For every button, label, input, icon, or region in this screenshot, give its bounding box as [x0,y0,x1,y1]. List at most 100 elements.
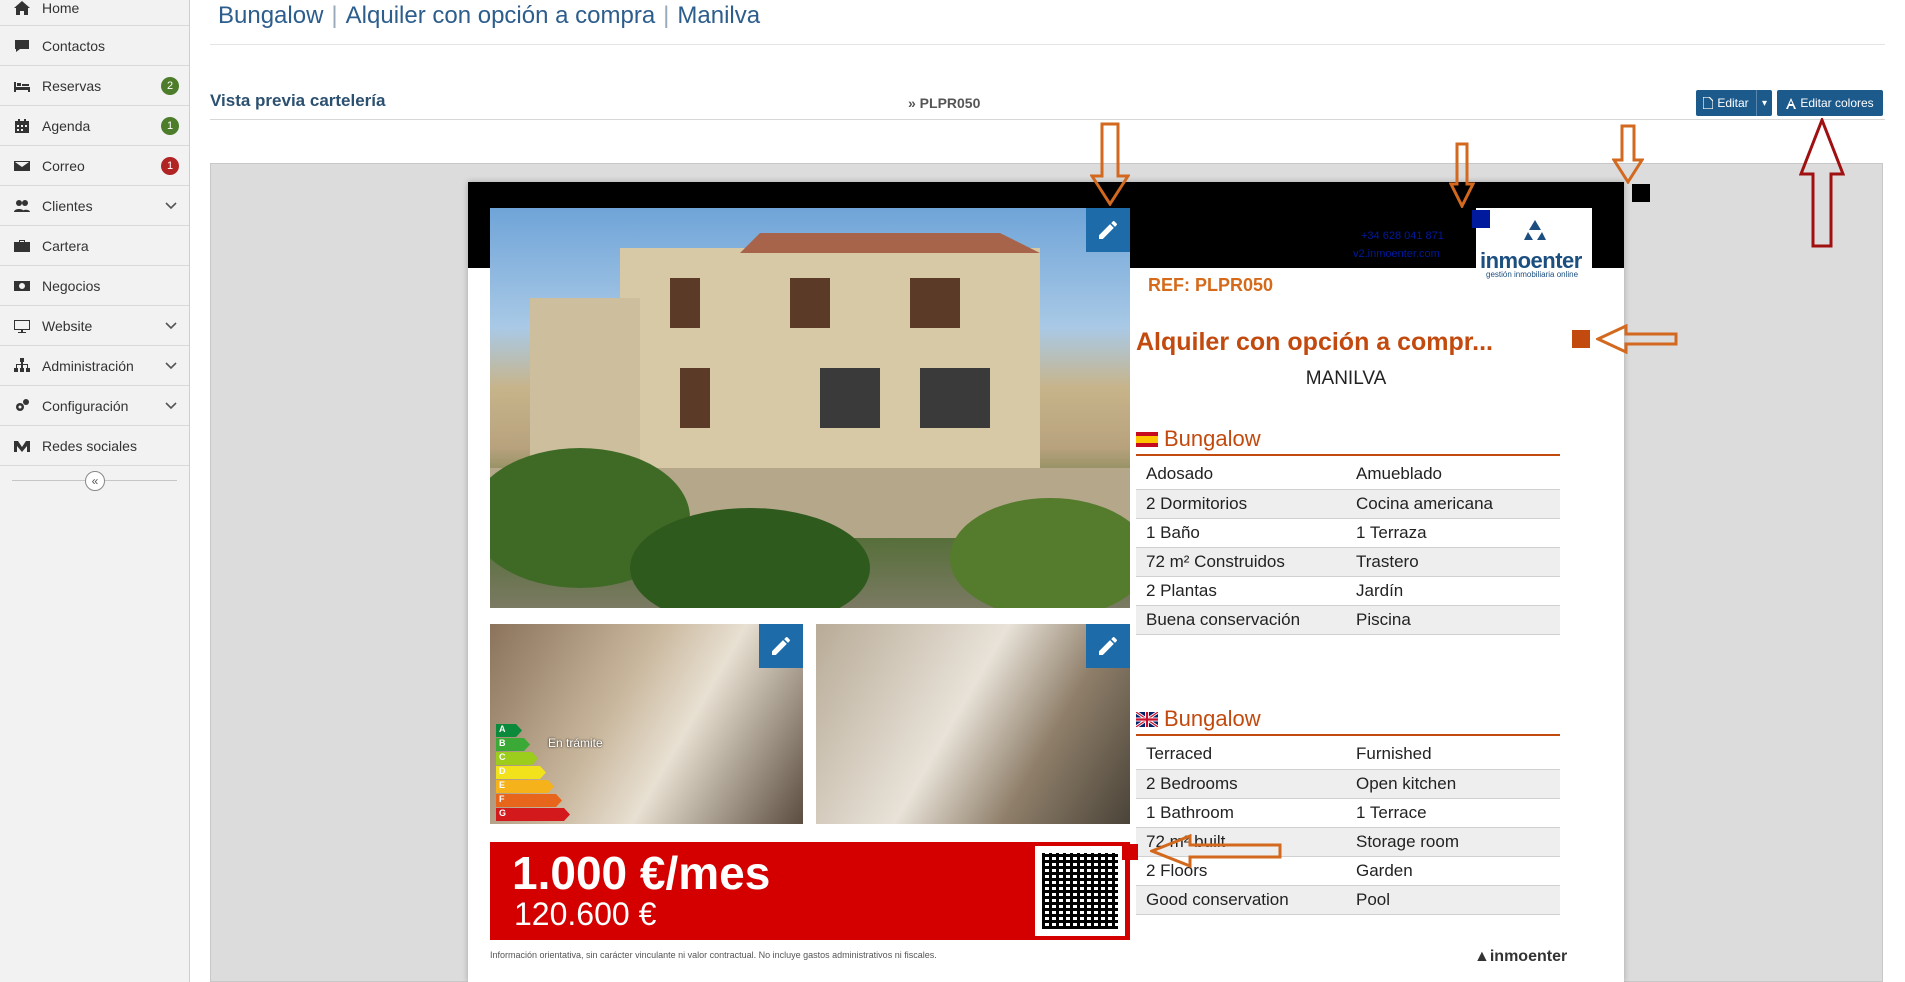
envelope-icon [12,158,32,174]
property-ref: REF: PLPR050 [1148,275,1274,295]
title-ref: » PLPR050 [908,95,981,111]
feature-title-text: Bungalow [1164,706,1261,731]
briefcase-icon [12,238,32,254]
table-row: Adosado Amueblado [1136,460,1560,490]
sidebar-item-negocios[interactable]: Negocios [0,266,189,306]
sidebar-item-administracion[interactable]: Administración [0,346,189,386]
reservas-badge: 2 [161,77,179,95]
sidebar-item-label: Clientes [42,197,93,214]
annotation-arrow-up [1799,118,1845,248]
agency-logo: inmoenter gestión inmobiliaria online [1476,208,1592,280]
features-table-es: Adosado Amueblado 2 Dormitorios Cocina ame… [1136,460,1560,635]
pencil-icon [772,637,790,655]
contact-web: v2.inmoenter.com [1353,248,1440,260]
footer-brand: inmoenter [1489,948,1568,965]
feature-cell: Amueblado [1346,460,1560,490]
main-content: Bungalow | Alquiler con opción a compra | Ma… [190,0,1905,982]
table-row: 1 Bathroom 1 Terrace [1136,798,1560,828]
sidebar-item-label: Negocios [42,277,101,294]
energy-label: G [496,808,570,821]
feature-cell: Cocina americana [1346,489,1560,519]
poster-preview: A B C D E F G En trámite 1.000 €/mes 120… [468,182,1650,982]
pencil-icon [1099,637,1117,655]
logo-tagline: gestión inmobiliaria online [1486,270,1579,279]
top-bar-color-swatch[interactable] [1632,184,1650,202]
sidebar-item-label: Cartera [42,237,89,254]
logo-mark-icon [1524,220,1546,240]
feature-cell: Buena conservación [1136,605,1346,635]
edit-button[interactable]: Editar [1696,90,1756,116]
agenda-badge: 1 [161,117,179,135]
spain-flag-icon [1136,431,1158,447]
feature-cell: 2 Bedrooms [1136,769,1346,799]
table-row: 1 Baño 1 Terraza [1136,518,1560,548]
edit-colors-button[interactable]: Editar colores [1777,90,1883,116]
collapse-sidebar-button[interactable]: « [85,471,105,491]
sidebar-item-agenda[interactable]: Agenda 1 [0,106,189,146]
headline-color-swatch[interactable] [1572,330,1590,348]
sidebar-item-label: Home [42,0,80,16]
price-color-swatch[interactable] [1122,844,1138,860]
uk-flag-icon [1136,711,1158,727]
sitemap-icon [12,357,32,374]
edit-photo-button[interactable] [1086,208,1130,252]
money-icon [12,278,32,294]
sidebar-item-home[interactable]: Home [0,0,189,26]
sidebar-item-label: Configuración [42,397,129,414]
divider [1136,454,1560,456]
feature-cell: 1 Bathroom [1136,798,1346,828]
sidebar-item-redes-sociales[interactable]: Redes sociales [0,426,189,466]
feature-cell: 1 Terraza [1346,518,1560,548]
annotation-arrow-down [1449,142,1475,208]
feature-cell: Furnished [1346,740,1560,770]
photo-lounge [816,624,1130,824]
feature-cell: Adosado [1136,460,1346,490]
feature-cell: 72 m² Construidos [1136,547,1346,577]
feature-title-en: Bungalow [1136,706,1261,732]
sidebar-item-clientes[interactable]: Clientes [0,186,189,226]
divider [1136,734,1560,736]
font-icon [1786,97,1797,109]
price-main: 1.000 €/mes [512,847,771,899]
title-separator: | [331,2,338,29]
contact-color-swatch[interactable] [1472,210,1490,228]
monitor-icon [12,318,32,334]
chevron-down-icon [165,362,177,370]
feature-cell: Garden [1346,856,1560,886]
main-photo [490,208,1130,608]
section-title: Vista previa cartelería [210,91,386,110]
chevron-down-icon [165,202,177,210]
edit-colors-label: Editar colores [1800,96,1874,110]
page-title: Bungalow | Alquiler con opción a compra | Ma… [218,2,980,111]
edit-photo-button[interactable] [759,624,803,668]
home-icon [12,0,32,16]
energy-label: C [496,752,538,765]
sidebar-item-cartera[interactable]: Cartera [0,226,189,266]
logo-mark-icon: ▲ [1474,948,1490,965]
table-row: 2 Dormitorios Cocina americana [1136,489,1560,519]
caret-down-icon: ▾ [1761,97,1768,109]
annotation-arrow-left [1596,324,1678,354]
sidebar-item-contactos[interactable]: Contactos [0,26,189,66]
sidebar-item-label: Website [42,317,93,334]
feature-cell: Pool [1346,885,1560,915]
sidebar-item-correo[interactable]: Correo 1 [0,146,189,186]
sidebar-item-website[interactable]: Website [0,306,189,346]
sidebar-item-label: Redes sociales [42,437,137,454]
sidebar-item-reservas[interactable]: Reservas 2 [0,66,189,106]
feature-cell: Terraced [1136,740,1346,770]
chat-icon [12,38,32,54]
sidebar-item-configuracion[interactable]: Configuración [0,386,189,426]
sidebar: Home Contactos Reservas 2 Agenda 1 Corre… [0,0,190,982]
edit-dropdown-button[interactable]: ▾ [1756,90,1772,116]
edit-photo-button[interactable] [1086,624,1130,668]
feature-cell: Open kitchen [1346,769,1560,799]
calendar-icon [12,118,32,134]
edit-button-label: Editar [1717,96,1749,110]
annotation-arrow-down [1090,122,1130,206]
divider [210,44,1885,45]
features-table-en: Terraced Furnished 2 Bedrooms Open kitchen… [1136,740,1560,915]
file-icon [1703,97,1714,109]
double-chevron-left-icon: « [91,474,99,488]
contact-phone: +34 628 041 871 [1361,230,1444,242]
